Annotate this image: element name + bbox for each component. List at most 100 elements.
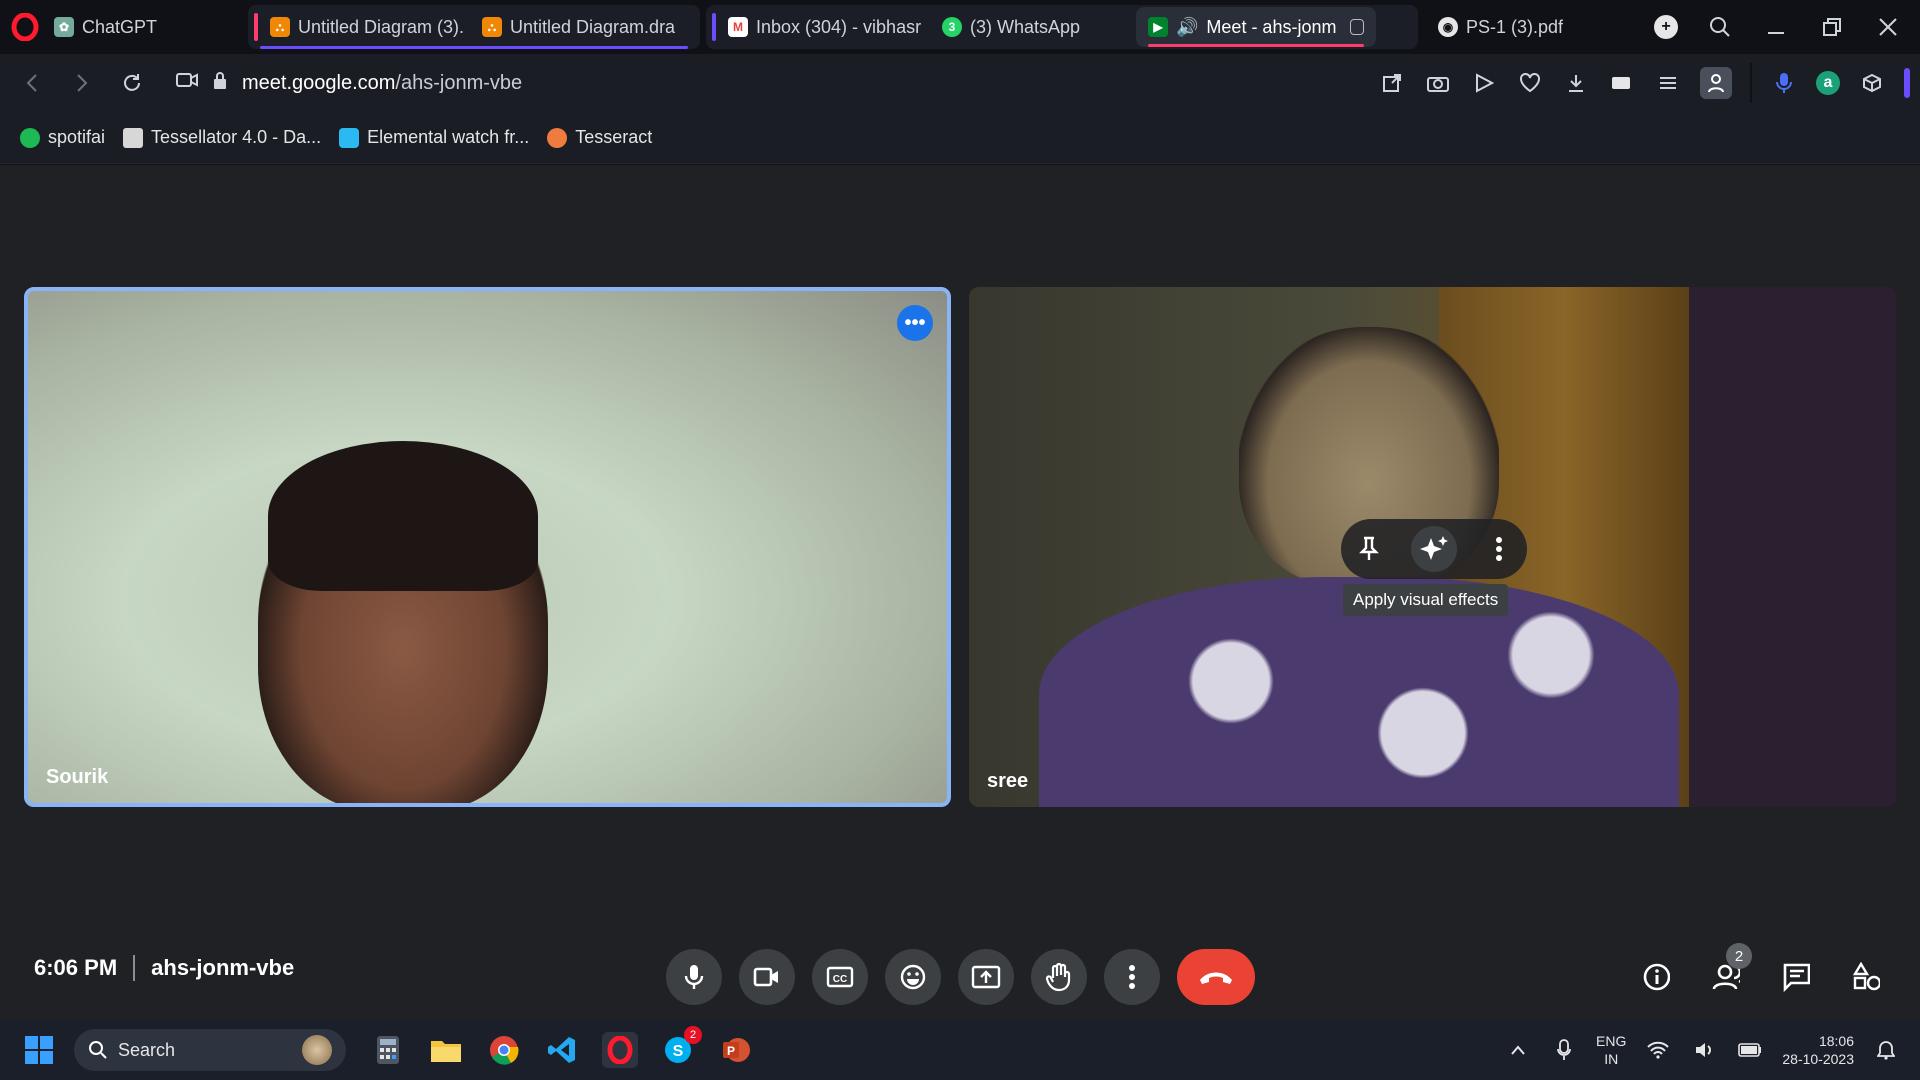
- new-tab-icon[interactable]: +: [1654, 15, 1678, 39]
- tesseract-icon: [547, 127, 568, 148]
- call-controls: CC: [666, 933, 1255, 1021]
- address-bar: meet.google.com/ahs-jonm-vbe a: [0, 54, 1920, 112]
- people-button[interactable]: 2: [1712, 943, 1752, 991]
- meet-bottom-bar: 6:06 PM ahs-jonm-vbe CC 2: [0, 933, 1920, 1021]
- speaker-icon[interactable]: 🔊: [1176, 17, 1198, 38]
- tab-untitled-diagram[interactable]: ⛬ Untitled Diagram.dra: [470, 7, 682, 47]
- browser-tab-bar: ✿ ChatGPT ⛬ Untitled Diagram (3). ⛬ Unti…: [0, 0, 1920, 54]
- participant-name: Sourik: [46, 766, 109, 788]
- tab-group-comms: M Inbox (304) - vibhasr 3 (3) WhatsApp ▶…: [706, 5, 1418, 49]
- file-explorer-icon[interactable]: [428, 1032, 464, 1068]
- input-language[interactable]: ENG IN: [1596, 1032, 1626, 1068]
- url-path: /ahs-jonm-vbe: [395, 71, 523, 94]
- bookmark-tesseract[interactable]: Tesseract: [547, 127, 652, 148]
- captions-button[interactable]: CC: [812, 949, 868, 1005]
- bookmark-spotifai[interactable]: spotifai: [20, 127, 105, 148]
- volume-icon[interactable]: [1690, 1036, 1718, 1064]
- chevron-up-icon[interactable]: [1504, 1036, 1532, 1064]
- profile-icon[interactable]: [1700, 67, 1732, 99]
- reload-icon[interactable]: [118, 69, 146, 97]
- language-line1: ENG: [1596, 1033, 1627, 1049]
- raise-hand-button[interactable]: [1031, 949, 1087, 1005]
- restore-icon[interactable]: [1818, 13, 1846, 41]
- lock-icon[interactable]: [212, 70, 228, 96]
- reactions-button[interactable]: [885, 949, 941, 1005]
- participant-tile-sree[interactable]: Apply visual effects sree: [969, 287, 1896, 807]
- vscode-icon[interactable]: [544, 1032, 580, 1068]
- camera-button[interactable]: [739, 949, 795, 1005]
- whatsapp-icon: 3: [942, 17, 962, 37]
- calculator-icon[interactable]: [370, 1032, 406, 1068]
- powerpoint-icon[interactable]: P: [718, 1032, 754, 1068]
- system-tray: ENG IN 18:06 28-10-2023: [1504, 1032, 1920, 1068]
- activities-icon: [1852, 962, 1880, 991]
- taskbar-clock[interactable]: 18:06 28-10-2023: [1782, 1032, 1854, 1068]
- extensions-cube-icon[interactable]: [1858, 69, 1886, 97]
- chatgpt-icon: ✿: [54, 17, 74, 37]
- aria-icon[interactable]: a: [1816, 71, 1840, 95]
- participant-tile-sourik[interactable]: ••• Sourik: [24, 287, 951, 807]
- skype-icon[interactable]: S 2: [660, 1026, 702, 1068]
- download-icon[interactable]: [1562, 69, 1590, 97]
- microphone-in-use-icon[interactable]: [1550, 1036, 1578, 1064]
- picture-in-picture-icon[interactable]: [1350, 19, 1364, 35]
- meet-stage: ••• Sourik Apply visual effects sree 6:0…: [0, 165, 1920, 1020]
- more-options-button[interactable]: [1104, 949, 1160, 1005]
- tab-google-meet[interactable]: ▶ 🔊 Meet - ahs-jonm: [1136, 7, 1376, 47]
- chat-icon: [1783, 963, 1810, 992]
- drawio-icon: ⛬: [482, 17, 502, 37]
- meeting-time: 6:06 PM: [34, 955, 118, 980]
- emoji-icon: [900, 964, 926, 990]
- battery-icon[interactable]: [1736, 1036, 1764, 1064]
- forward-icon[interactable]: [68, 69, 96, 97]
- clock-time: 18:06: [1818, 1033, 1854, 1049]
- easy-setup-icon[interactable]: [1654, 69, 1682, 97]
- share-icon[interactable]: [1378, 69, 1406, 97]
- google-meet-icon: ▶: [1148, 17, 1168, 37]
- back-icon[interactable]: [18, 69, 46, 97]
- bookmark-elemental-watch[interactable]: Elemental watch fr...: [339, 127, 529, 148]
- people-count-badge: 2: [1726, 943, 1752, 969]
- tab-chatgpt[interactable]: ✿ ChatGPT: [42, 7, 242, 47]
- opera-taskbar-icon[interactable]: [602, 1032, 638, 1068]
- visual-effects-sparkle-icon[interactable]: [1411, 526, 1457, 572]
- meeting-details-button[interactable]: [1642, 963, 1670, 991]
- captions-icon: CC: [826, 966, 854, 988]
- tab-pdf[interactable]: ◉ PS-1 (3).pdf: [1426, 7, 1616, 47]
- more-options-icon[interactable]: •••: [897, 305, 933, 341]
- tab-gmail-inbox[interactable]: M Inbox (304) - vibhasr: [716, 7, 930, 47]
- minimize-icon[interactable]: [1762, 13, 1790, 41]
- bookmark-tessellator[interactable]: Tessellator 4.0 - Da...: [123, 127, 321, 148]
- present-screen-button[interactable]: [958, 949, 1014, 1005]
- more-vert-icon[interactable]: [1485, 535, 1513, 563]
- camera-permission-icon[interactable]: [176, 71, 198, 95]
- leave-call-button[interactable]: [1177, 949, 1255, 1005]
- camera-icon: [753, 967, 778, 987]
- pin-icon[interactable]: [1355, 535, 1383, 563]
- search-tabs-icon[interactable]: [1706, 13, 1734, 41]
- tab-whatsapp[interactable]: 3 (3) WhatsApp: [930, 7, 1136, 47]
- participant-hair: [268, 441, 538, 591]
- wifi-icon[interactable]: [1644, 1036, 1672, 1064]
- activities-button[interactable]: [1852, 962, 1880, 991]
- snapshot-camera-icon[interactable]: [1424, 69, 1452, 97]
- url-field[interactable]: meet.google.com/ahs-jonm-vbe: [176, 70, 522, 96]
- microphone-extension-icon[interactable]: [1770, 69, 1798, 97]
- meeting-info: 6:06 PM ahs-jonm-vbe: [34, 955, 294, 981]
- raise-hand-icon: [1045, 962, 1071, 992]
- windows-taskbar: Search S 2 P ENG IN 18:06 28-10-2023: [0, 1020, 1920, 1080]
- taskbar-search[interactable]: Search: [74, 1029, 346, 1071]
- tessellator-icon: [123, 127, 144, 148]
- send-icon[interactable]: [1470, 69, 1498, 97]
- notification-bell-icon[interactable]: [1872, 1036, 1900, 1064]
- tab-untitled-diagram-3[interactable]: ⛬ Untitled Diagram (3).: [258, 7, 470, 47]
- chat-button[interactable]: [1782, 963, 1810, 992]
- tile-hover-toolbar: [1341, 519, 1527, 579]
- microphone-button[interactable]: [666, 949, 722, 1005]
- battery-saver-icon[interactable]: [1608, 69, 1636, 97]
- close-window-icon[interactable]: [1874, 13, 1902, 41]
- heart-icon[interactable]: [1516, 69, 1544, 97]
- windows-start-icon[interactable]: [24, 1035, 54, 1065]
- opera-logo-icon[interactable]: [8, 10, 42, 44]
- chrome-icon[interactable]: [486, 1032, 522, 1068]
